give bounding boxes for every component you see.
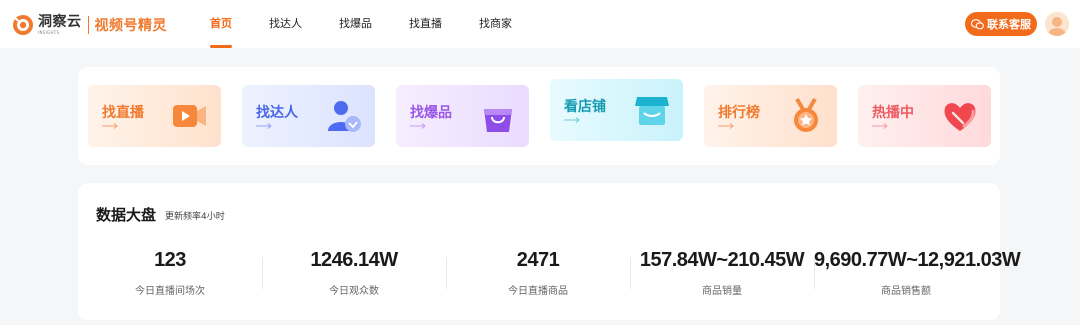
category-label: 看店铺 — [564, 99, 606, 115]
shopping-bag-icon — [484, 109, 512, 132]
stat-label: 商品销售额 — [881, 286, 931, 297]
category-label: 找达人 — [256, 105, 298, 121]
nav-find-hot-product[interactable]: 找爆品 — [339, 0, 372, 48]
category-hot-live[interactable]: 热播中 — [858, 85, 991, 147]
stat-live-products: 2471 今日直播商品 — [446, 249, 630, 297]
logo-mark-icon — [13, 15, 33, 35]
category-ranking[interactable]: 排行榜 — [704, 85, 837, 147]
nav-find-merchant[interactable]: 找商家 — [479, 0, 512, 48]
category-panel: 找直播 找达人 找爆品 看店铺 排行榜 热播中 — [78, 67, 1000, 165]
arrow-right-icon — [102, 123, 118, 129]
contact-service-label: 联系客服 — [987, 18, 1031, 31]
arrow-right-icon — [410, 123, 426, 129]
category-find-hot-product[interactable]: 找爆品 — [396, 85, 529, 147]
category-find-influencer[interactable]: 找达人 — [242, 85, 375, 147]
stat-value: 123 — [154, 249, 186, 271]
contact-service-button[interactable]: 联系客服 — [965, 12, 1037, 36]
stat-label: 今日直播间场次 — [135, 286, 205, 297]
arrow-right-icon — [256, 123, 272, 129]
arrow-right-icon — [564, 117, 580, 123]
stat-value: 2471 — [516, 249, 560, 271]
product-name: 视频号精灵 — [94, 18, 167, 34]
stat-viewers: 1246.14W 今日观众数 — [262, 249, 446, 297]
wechat-icon — [971, 18, 984, 29]
stat-label: 今日直播商品 — [508, 286, 568, 297]
top-header: 洞察云 INSIGHTS 视频号精灵 首页 找达人 找爆品 找直播 找商家 联系… — [0, 0, 1080, 48]
stat-live-sessions: 123 今日直播间场次 — [78, 249, 262, 297]
arrow-right-icon — [872, 123, 888, 129]
stat-value: 9,690.77W~12,921.03W — [814, 249, 1021, 271]
category-label: 找爆品 — [410, 105, 452, 121]
nav-find-influencer[interactable]: 找达人 — [269, 0, 302, 48]
stat-product-sales-amount: 9,690.77W~12,921.03W 商品销售额 — [814, 249, 1021, 297]
category-label: 热播中 — [872, 105, 914, 121]
dashboard-update-frequency: 更新频率4小时 — [165, 212, 225, 222]
logo-divider — [87, 16, 89, 34]
video-play-icon — [173, 105, 206, 127]
stat-label: 今日观众数 — [329, 286, 379, 297]
nav-home[interactable]: 首页 — [210, 0, 232, 48]
stat-value: 157.84W~210.45W — [639, 249, 805, 271]
main-nav: 首页 找达人 找爆品 找直播 找商家 — [210, 0, 549, 48]
category-view-shop[interactable]: 看店铺 — [550, 79, 683, 141]
medal-icon — [794, 97, 818, 132]
logo[interactable]: 洞察云 INSIGHTS 视频号精灵 — [12, 12, 167, 38]
stat-product-sales-volume: 157.84W~210.45W 商品销量 — [630, 249, 814, 297]
arrow-right-icon — [718, 123, 734, 129]
stat-value: 1246.14W — [310, 249, 398, 271]
category-label: 排行榜 — [718, 105, 760, 121]
avatar-icon — [1045, 12, 1069, 36]
shop-icon — [635, 97, 669, 125]
user-icon — [328, 101, 361, 132]
nav-find-live[interactable]: 找直播 — [409, 0, 442, 48]
logo-text: 洞察云 — [38, 14, 82, 30]
stat-label: 商品销量 — [702, 286, 742, 297]
heart-icon — [944, 103, 976, 131]
dashboard-title: 数据大盘 — [96, 206, 157, 224]
data-dashboard-panel: 数据大盘 更新频率4小时 123 今日直播间场次 1246.14W 今日观众数 … — [78, 183, 1021, 320]
logo-subtext: INSIGHTS — [38, 30, 60, 35]
category-find-live[interactable]: 找直播 — [88, 85, 221, 147]
user-avatar[interactable] — [1045, 12, 1069, 36]
category-label: 找直播 — [102, 105, 144, 121]
